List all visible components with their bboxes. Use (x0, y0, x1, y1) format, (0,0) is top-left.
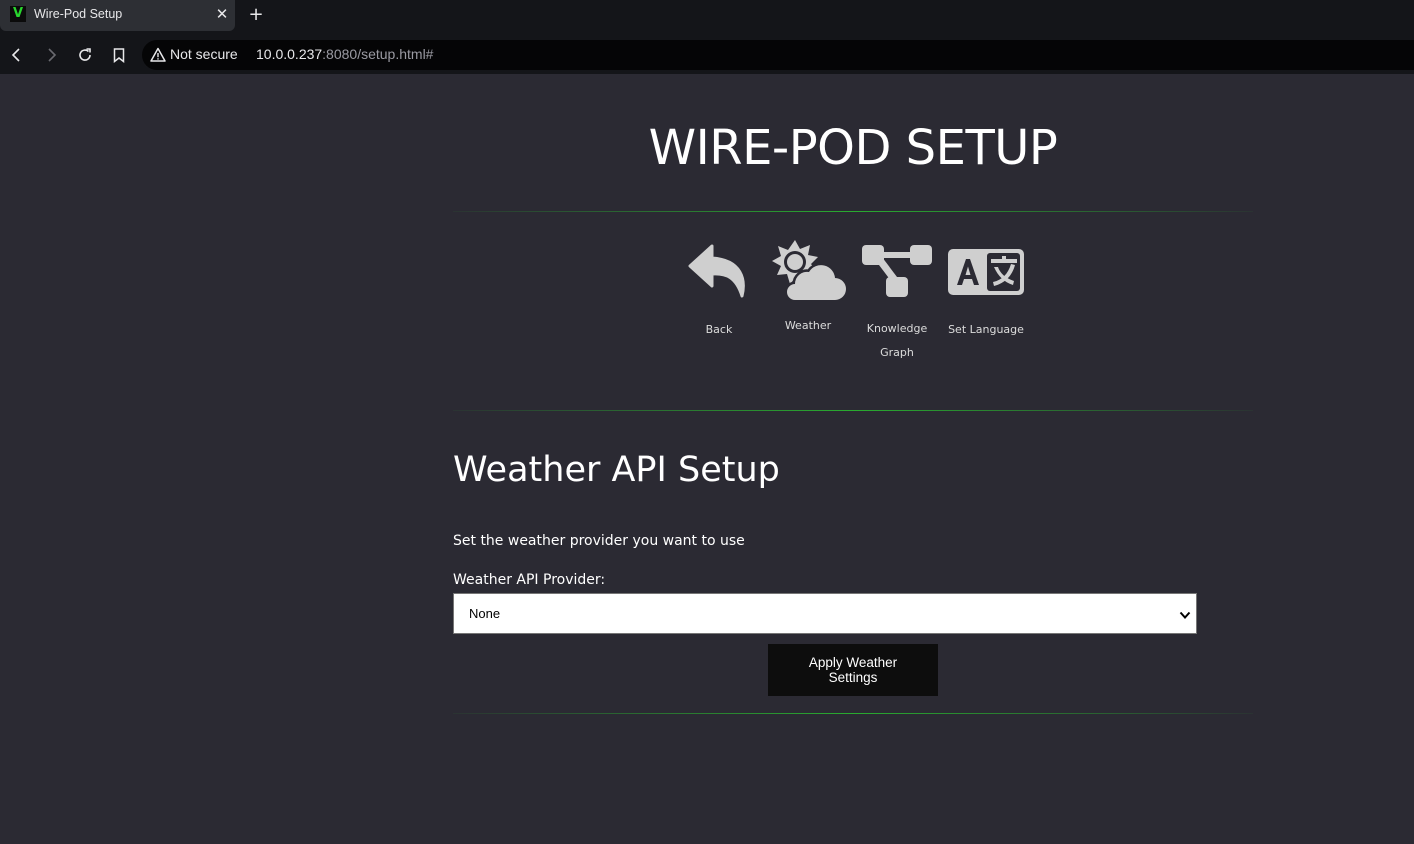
url-path: :8080/setup.html# (322, 46, 434, 62)
browser-toolbar: Not secure 10.0.0.237:8080/setup.html# (0, 36, 1414, 74)
bookmark-icon[interactable] (109, 45, 129, 65)
forward-nav-icon[interactable] (41, 45, 61, 65)
security-label[interactable]: Not secure (170, 46, 238, 62)
knowledge-graph-icon (862, 245, 932, 297)
weather-icon (772, 240, 847, 302)
favicon-icon: V (10, 6, 26, 22)
nav-label-back: Back (705, 323, 733, 336)
weather-provider-select[interactable]: None (453, 593, 1197, 634)
nav-item-knowledge-graph[interactable]: Knowledge Graph (854, 245, 940, 365)
select-value: None (469, 606, 501, 621)
divider-bottom (453, 713, 1253, 714)
divider-middle (453, 410, 1253, 411)
url-host: 10.0.0.237 (256, 46, 323, 62)
chevron-down-icon (1178, 607, 1192, 621)
back-arrow-icon (688, 244, 745, 298)
warning-icon[interactable] (150, 47, 166, 63)
address-bar[interactable]: Not secure 10.0.0.237:8080/setup.html# (142, 40, 1414, 70)
browser-tabstrip: V Wire-Pod Setup ✕ + (0, 0, 1414, 36)
apply-weather-button[interactable]: Apply Weather Settings (768, 644, 938, 696)
nav-item-set-language[interactable]: Set Language (943, 248, 1029, 342)
language-icon (948, 249, 1024, 295)
divider-top (453, 211, 1253, 212)
back-nav-icon[interactable] (7, 45, 27, 65)
nav-item-weather[interactable]: Weather (765, 240, 851, 338)
browser-tab[interactable]: V Wire-Pod Setup ✕ (0, 0, 235, 31)
url-text[interactable]: 10.0.0.237:8080/setup.html# (256, 46, 433, 62)
page-title: WIRE-POD SETUP (648, 120, 1058, 176)
reload-icon[interactable] (75, 45, 95, 65)
new-tab-icon[interactable]: + (247, 5, 265, 25)
provider-label: Weather API Provider: (453, 572, 606, 588)
setup-nav: Back Weather Knowledge Graph Set Languag… (0, 236, 1414, 366)
nav-label-weather: Weather (784, 319, 832, 332)
section-title: Weather API Setup (453, 450, 780, 490)
tab-close-icon[interactable]: ✕ (214, 6, 230, 22)
tab-title: Wire-Pod Setup (34, 7, 123, 21)
nav-item-back[interactable]: Back (676, 244, 762, 342)
section-description: Set the weather provider you want to use (453, 533, 745, 549)
nav-label-set-language: Set Language (948, 323, 1024, 336)
nav-label-knowledge-graph: Knowledge Graph (866, 322, 928, 359)
